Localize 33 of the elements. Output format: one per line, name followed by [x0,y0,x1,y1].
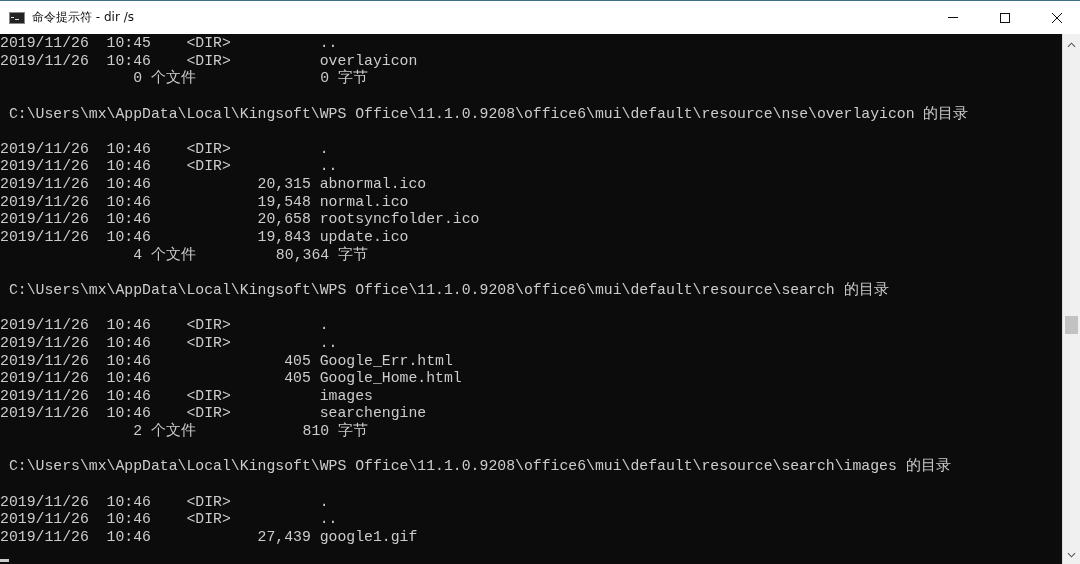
console-line: 2019/11/26 10:46 <DIR> overlayicon [0,52,419,69]
console-line: 2019/11/26 10:46 <DIR> images [0,387,374,406]
console-line: 2 个文件 810 字节 [132,423,370,441]
console-line: 2019/11/26 10:46 27,439 google1.gif [0,528,419,547]
console-line: 2019/11/26 10:46 19,548 normal.ico [0,193,410,212]
console-line: 2019/11/26 10:46 <DIR> searchengine [0,405,428,422]
console-line: 2019/11/26 10:46 <DIR> .. [0,158,339,177]
console-line: 2019/11/26 10:46 405 Google_Home.html [0,370,463,388]
scrollbar-thumb[interactable] [1065,316,1078,334]
window-title: 命令提示符 - dir /s [32,9,134,26]
console-line: 2019/11/26 10:46 <DIR> . [0,317,330,335]
console-line: 2019/11/26 10:46 <DIR> . [0,140,330,159]
minimize-icon [948,17,958,18]
console-line: C:\Users\mx\AppData\Local\Kingsoft\WPS Office\11.1.0.9208\office6\mui\default\resource\search\images 的目录 [7,458,952,476]
console-line: 2019/11/26 10:46 <DIR> .. [0,334,339,353]
console-line: 2019/11/26 10:46 19,843 update.ico [0,229,410,246]
console-line: 2019/11/26 10:46 <DIR> .. [0,511,339,529]
console-line: 2019/11/26 10:46 20,658 rootsyncfolder.ico [0,211,481,230]
scroll-down-icon[interactable] [1067,552,1076,558]
console-line: 2019/11/26 10:46 20,315 abnormal.ico [0,176,428,194]
console-line: 0 个文件 0 字节 [132,70,370,88]
text-cursor [0,559,9,563]
close-icon [1051,11,1063,24]
console-line: C:\Users\mx\AppData\Local\Kingsoft\WPS Office\11.1.0.9208\office6\mui\default\resource\nse\overlayicon 的目录 [7,105,970,124]
console-line: C:\Users\mx\AppData\Local\Kingsoft\WPS Office\11.1.0.9208\office6\mui\default\resource\search 的目录 [7,281,890,300]
console-line: 2019/11/26 10:46 405 Google_Err.html [0,352,454,371]
scrollbar[interactable] [1062,34,1080,564]
scroll-up-icon[interactable] [1067,42,1076,48]
terminal-icon [9,11,25,24]
console-line: 2019/11/26 10:46 <DIR> . [0,493,330,512]
console-line: 4 个文件 80,364 字节 [132,246,370,265]
maximize-icon [999,11,1011,24]
console-line: 2019/11/26 10:45 <DIR> .. [0,35,339,53]
